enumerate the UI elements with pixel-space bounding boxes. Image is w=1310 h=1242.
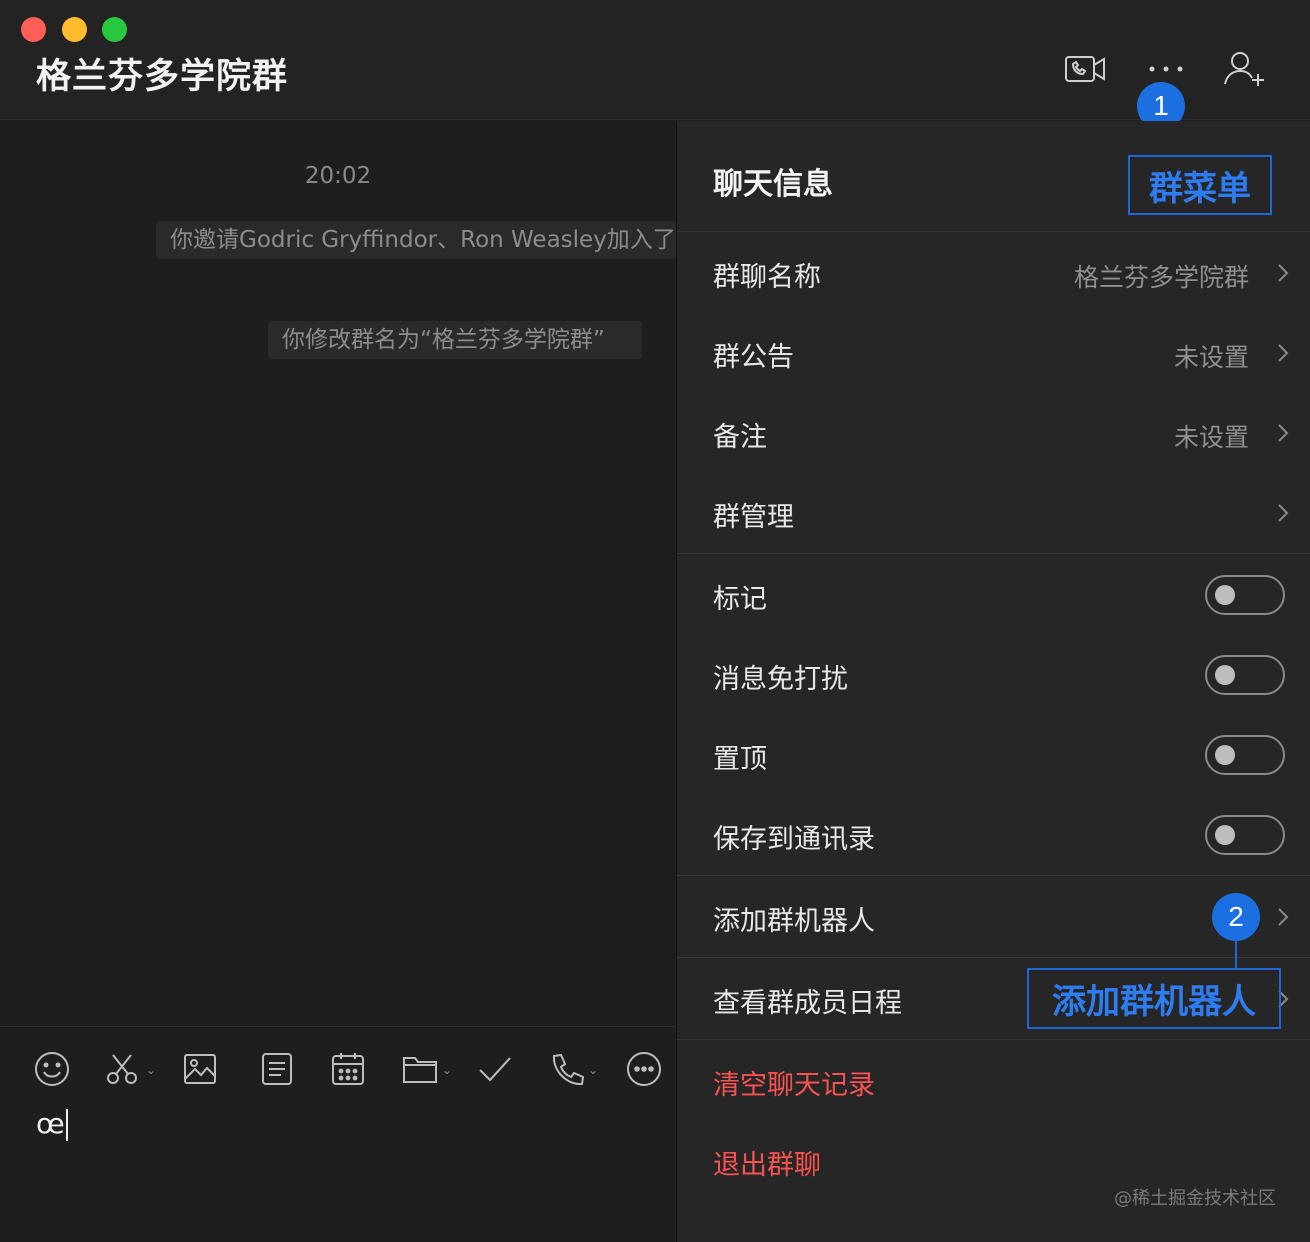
phone-icon[interactable] <box>545 1047 589 1091</box>
row-pin: 置顶 <box>677 715 1310 795</box>
row-group-name[interactable]: 群聊名称 格兰芬多学院群 <box>677 233 1310 313</box>
row-label: 添加群机器人 <box>713 906 875 937</box>
row-label: 消息免打扰 <box>713 664 848 695</box>
annotation-label-add-bot: 添加群机器人 <box>1027 968 1281 1029</box>
chat-history[interactable]: 20:02 你邀请Godric Gryffindor、Ron Weasley加入… <box>0 121 676 1026</box>
row-clear-history[interactable]: 清空聊天记录 <box>677 1041 1310 1121</box>
annotation-connector-2 <box>1235 941 1237 968</box>
mark-toggle[interactable] <box>1205 575 1285 615</box>
system-message-rename: 你修改群名为“格兰芬多学院群” <box>268 321 642 359</box>
calendar-icon[interactable] <box>326 1047 370 1091</box>
chevron-right-icon <box>1273 259 1293 287</box>
close-window-button[interactable] <box>21 17 46 42</box>
divider <box>677 231 1310 232</box>
save-contacts-toggle[interactable] <box>1205 815 1285 855</box>
row-value: 格兰芬多学院群 <box>1073 263 1249 292</box>
row-remark[interactable]: 备注 未设置 <box>677 393 1310 473</box>
clear-history-button[interactable]: 清空聊天记录 <box>713 1063 875 1102</box>
minimize-window-button[interactable] <box>62 17 87 42</box>
call-options-chevron-icon[interactable]: ⌄ <box>588 1063 598 1077</box>
row-value: 未设置 <box>1173 343 1249 372</box>
chevron-right-icon <box>1273 339 1293 367</box>
row-label: 群管理 <box>713 502 794 533</box>
composer: ⌄ ⌄ ⌄ œ <box>0 1026 676 1242</box>
message-timestamp: 20:02 <box>304 163 372 189</box>
row-label: 群公告 <box>713 342 794 373</box>
chat-title: 格兰芬多学院群 <box>36 57 289 97</box>
toggle-knob <box>1215 825 1235 845</box>
divider <box>677 1039 1310 1040</box>
row-label: 保存到通讯录 <box>713 824 875 855</box>
chevron-right-icon <box>1273 419 1293 447</box>
note-icon[interactable] <box>255 1047 299 1091</box>
zoom-window-button[interactable] <box>102 17 127 42</box>
divider <box>677 875 1310 876</box>
chevron-right-icon <box>1273 499 1293 527</box>
folder-icon[interactable] <box>398 1047 442 1091</box>
video-call-icon[interactable] <box>1064 50 1108 88</box>
pin-toggle[interactable] <box>1205 735 1285 775</box>
add-member-icon[interactable] <box>1222 50 1266 88</box>
screenshot-options-chevron-icon[interactable]: ⌄ <box>146 1063 156 1077</box>
row-mute: 消息免打扰 <box>677 635 1310 715</box>
file-options-chevron-icon[interactable]: ⌄ <box>442 1063 452 1077</box>
row-label: 备注 <box>713 422 767 453</box>
leave-group-button[interactable]: 退出群聊 <box>713 1143 821 1182</box>
message-input-value: œ <box>36 1107 65 1140</box>
mute-toggle[interactable] <box>1205 655 1285 695</box>
system-message-invite: 你邀请Godric Gryffindor、Ron Weasley加入了群聊 <box>156 221 676 259</box>
check-icon[interactable] <box>473 1047 517 1091</box>
row-label: 查看群成员日程 <box>713 988 902 1019</box>
watermark: @稀土掘金技术社区 <box>1114 1188 1276 1209</box>
title-bar: 格兰芬多学院群 <box>0 0 1310 120</box>
row-group-notice[interactable]: 群公告 未设置 <box>677 313 1310 393</box>
text-cursor <box>65 1109 68 1141</box>
annotation-badge-2: 2 <box>1212 893 1260 941</box>
image-icon[interactable] <box>178 1047 222 1091</box>
chat-info-panel: 聊天信息 群聊名称 格兰芬多学院群 群公告 未设置 备注 未设置 群管理 标记 … <box>676 121 1310 1242</box>
toggle-knob <box>1215 665 1235 685</box>
row-label: 置顶 <box>713 744 767 775</box>
more-circle-icon[interactable] <box>622 1047 666 1091</box>
scissors-icon[interactable] <box>100 1047 144 1091</box>
toggle-knob <box>1215 745 1235 765</box>
panel-title: 聊天信息 <box>713 167 833 202</box>
divider <box>677 957 1310 958</box>
row-label: 群聊名称 <box>713 262 821 293</box>
row-value: 未设置 <box>1173 423 1249 452</box>
row-label: 标记 <box>713 584 767 615</box>
message-input[interactable]: œ <box>36 1107 68 1141</box>
row-save-contacts: 保存到通讯录 <box>677 795 1310 875</box>
chevron-right-icon <box>1273 903 1293 931</box>
divider <box>677 553 1310 554</box>
toggle-knob <box>1215 585 1235 605</box>
annotation-label-group-menu: 群菜单 <box>1128 155 1272 215</box>
row-group-manage[interactable]: 群管理 <box>677 473 1310 553</box>
emoji-icon[interactable] <box>30 1047 74 1091</box>
row-mark: 标记 <box>677 555 1310 635</box>
